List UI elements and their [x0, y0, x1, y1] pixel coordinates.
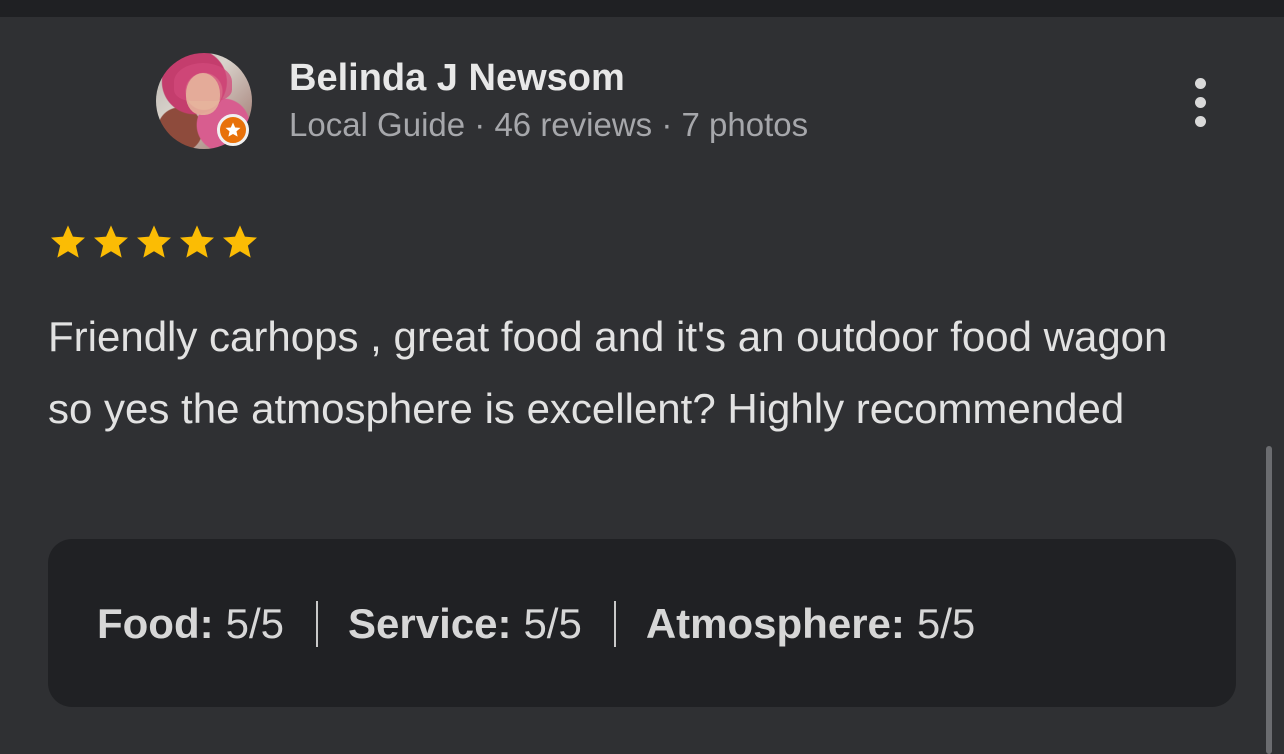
more-options-button[interactable] — [1180, 73, 1220, 131]
rating-separator — [613, 601, 616, 647]
reviewer-meta: Local Guide · 46 reviews · 7 photos — [289, 106, 809, 143]
reviewer-name[interactable]: Belinda J Newsom — [289, 57, 625, 99]
food-rating-label: Food: — [97, 600, 214, 647]
star-icon — [94, 225, 128, 258]
service-rating-value: 5/5 — [523, 600, 582, 647]
atmosphere-rating-label: Atmosphere: — [645, 600, 905, 647]
scrollbar[interactable] — [1266, 446, 1272, 754]
more-vert-icon-dot — [1194, 96, 1206, 108]
star-icon — [225, 122, 241, 137]
rating-separator — [316, 601, 318, 647]
top-bar — [0, 0, 1284, 17]
more-vert-icon-dot — [1194, 77, 1206, 89]
food-rating-value: 5/5 — [225, 600, 284, 647]
star-icon — [137, 225, 171, 258]
review-text: Friendly carhops , great food and it's a… — [48, 313, 1168, 432]
ratings-line: Food: 5/5 Service: 5/5 Atmosphere: 5/5 — [97, 600, 975, 648]
local-guide-badge — [217, 114, 249, 146]
service-rating-label: Service: — [348, 600, 512, 647]
star-rating — [47, 221, 261, 263]
atmosphere-rating-value: 5/5 — [916, 600, 976, 647]
star-icon — [223, 225, 257, 258]
star-icon — [180, 225, 214, 258]
star-icon — [51, 225, 85, 258]
ratings-summary-box: Food: 5/5 Service: 5/5 Atmosphere: 5/5 — [48, 539, 1236, 707]
reviewer-avatar[interactable] — [156, 53, 252, 149]
more-vert-icon-dot — [1194, 115, 1206, 127]
avatar-face — [186, 73, 220, 115]
